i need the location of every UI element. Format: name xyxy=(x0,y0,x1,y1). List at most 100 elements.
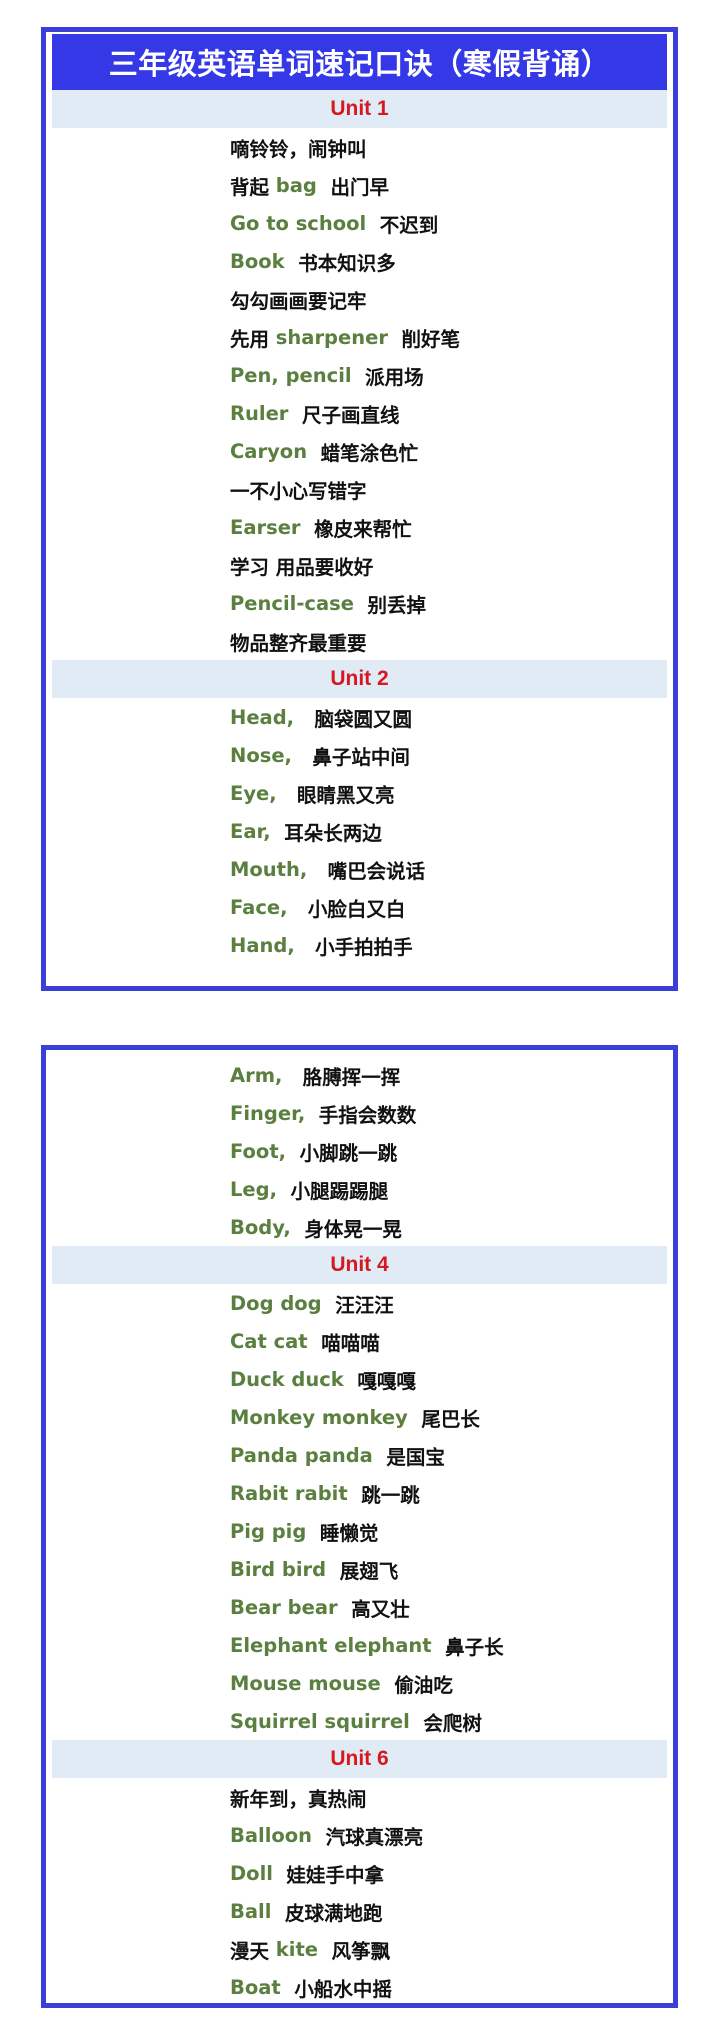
english-word: Body, xyxy=(230,1215,291,1239)
chinese-text: 眼睛黑又亮 xyxy=(276,783,395,807)
english-word: Elephant elephant xyxy=(230,1633,432,1657)
rhyme-line: Ruler 尺子画直线 xyxy=(52,394,667,432)
chinese-text: 高又壮 xyxy=(337,1597,410,1621)
page-title: 三年级英语单词速记口诀（寒假背诵） xyxy=(52,34,667,90)
chinese-text: 新年到，真热闹 xyxy=(230,1787,367,1811)
rhyme-line: Balloon 汽球真漂亮 xyxy=(52,1816,667,1854)
english-word: Foot, xyxy=(230,1139,287,1163)
unit-6-list: 新年到，真热闹 Balloon 汽球真漂亮 Doll 娃娃手中拿 Ball 皮球满地跑… xyxy=(52,1778,667,2006)
chinese-text: 出门早 xyxy=(316,175,389,199)
chinese-text: 嘎嘎嘎 xyxy=(343,1369,416,1393)
rhyme-line: Mouse mouse 偷油吃 xyxy=(52,1664,667,1702)
chinese-text: 娃娃手中拿 xyxy=(272,1863,385,1887)
english-word: Ruler xyxy=(230,401,289,425)
rhyme-line: Bird bird 展翅飞 xyxy=(52,1550,667,1588)
rhyme-line: 新年到，真热闹 xyxy=(52,1778,667,1816)
rhyme-line: Rabit rabit 跳一跳 xyxy=(52,1474,667,1512)
vocab-card-1: 三年级英语单词速记口诀（寒假背诵） Unit 1 嘀铃铃，闹钟叫 背起 bag 出… xyxy=(41,27,678,991)
english-word: Leg, xyxy=(230,1177,278,1201)
chinese-text: 喵喵喵 xyxy=(307,1331,380,1355)
chinese-text: 展翅飞 xyxy=(326,1559,399,1583)
rhyme-line: Ear, 耳朵长两边 xyxy=(52,812,667,850)
english-word: Finger, xyxy=(230,1101,306,1125)
chinese-text: 嘀铃铃，闹钟叫 xyxy=(230,137,367,161)
english-word: Squirrel squirrel xyxy=(230,1709,410,1733)
chinese-text: 学习 用品要收好 xyxy=(230,555,374,579)
english-word: Doll xyxy=(230,1861,273,1885)
rhyme-line: Cat cat 喵喵喵 xyxy=(52,1322,667,1360)
chinese-text: 派用场 xyxy=(351,365,424,389)
english-word: Pen, pencil xyxy=(230,363,352,387)
chinese-text: 汪汪汪 xyxy=(321,1293,394,1317)
chinese-text: 一不小心写错字 xyxy=(230,479,367,503)
unit-header-4: Unit 4 xyxy=(52,1246,667,1284)
chinese-text: 不迟到 xyxy=(366,213,439,237)
rhyme-line: Monkey monkey 尾巴长 xyxy=(52,1398,667,1436)
chinese-text: 尾巴长 xyxy=(407,1407,480,1431)
english-word: Dog dog xyxy=(230,1291,322,1315)
rhyme-line: Earser 橡皮来帮忙 xyxy=(52,508,667,546)
english-word: kite xyxy=(275,1937,318,1961)
chinese-text: 削好笔 xyxy=(387,327,461,351)
rhyme-line: Pen, pencil 派用场 xyxy=(52,356,667,394)
unit-4-list: Dog dog 汪汪汪 Cat cat 喵喵喵 Duck duck 嘎嘎嘎 Monke… xyxy=(52,1284,667,1740)
chinese-text: 胳膊挥一挥 xyxy=(282,1065,401,1089)
rhyme-line: Book 书本知识多 xyxy=(52,242,667,280)
vocab-card-2: Arm, 胳膊挥一挥 Finger, 手指会数数 Foot, 小脚跳一跳 Leg, 小… xyxy=(41,1045,678,2008)
rhyme-line: Panda panda 是国宝 xyxy=(52,1436,667,1474)
rhyme-line: Finger, 手指会数数 xyxy=(52,1094,667,1132)
english-word: Duck duck xyxy=(230,1367,344,1391)
chinese-text: 脑袋圆又圆 xyxy=(294,707,412,731)
chinese-text: 勾勾画画要记牢 xyxy=(230,289,367,313)
chinese-text: 睡懒觉 xyxy=(306,1521,379,1545)
rhyme-line: 背起 bag 出门早 xyxy=(52,166,667,204)
english-word: Panda panda xyxy=(230,1443,373,1467)
chinese-text: 别丢掉 xyxy=(353,593,427,617)
english-word: Ear, xyxy=(230,819,271,843)
chinese-text: 会爬树 xyxy=(409,1711,482,1735)
chinese-text: 漫天 xyxy=(230,1939,276,1963)
rhyme-line: Pencil-case 别丢掉 xyxy=(52,584,667,622)
unit-1-list: 嘀铃铃，闹钟叫 背起 bag 出门早 Go to school 不迟到 Book 书本… xyxy=(52,128,667,660)
chinese-text: 耳朵长两边 xyxy=(270,821,382,845)
chinese-text: 先用 xyxy=(230,327,276,351)
english-word: Book xyxy=(230,249,285,273)
rhyme-line: Body, 身体晃一晃 xyxy=(52,1208,667,1246)
chinese-text: 鼻子站中间 xyxy=(291,745,410,769)
rhyme-line: Doll 娃娃手中拿 xyxy=(52,1854,667,1892)
english-word: Pencil-case xyxy=(230,591,354,615)
english-word: Head, xyxy=(230,705,295,729)
rhyme-line: Arm, 胳膊挥一挥 xyxy=(52,1056,667,1094)
chinese-text: 小腿踢踢腿 xyxy=(277,1179,389,1203)
chinese-text: 汽球真漂亮 xyxy=(312,1825,424,1849)
chinese-text: 身体晃一晃 xyxy=(290,1217,402,1241)
rhyme-line: Foot, 小脚跳一跳 xyxy=(52,1132,667,1170)
english-word: Arm, xyxy=(230,1063,283,1087)
rhyme-line: Hand, 小手拍拍手 xyxy=(52,926,667,964)
unit-3-continued-list: Arm, 胳膊挥一挥 Finger, 手指会数数 Foot, 小脚跳一跳 Leg, 小… xyxy=(52,1056,667,1246)
rhyme-line: Pig pig 睡懒觉 xyxy=(52,1512,667,1550)
rhyme-line: Boat 小船水中摇 xyxy=(52,1968,667,2006)
english-word: Balloon xyxy=(230,1823,313,1847)
chinese-text: 小手拍拍手 xyxy=(294,935,413,959)
english-word: Boat xyxy=(230,1975,281,1999)
chinese-text: 书本知识多 xyxy=(284,251,396,275)
english-word: Hand, xyxy=(230,933,295,957)
rhyme-line: Bear bear 高又壮 xyxy=(52,1588,667,1626)
rhyme-line: Head, 脑袋圆又圆 xyxy=(52,698,667,736)
rhyme-line: 一不小心写错字 xyxy=(52,470,667,508)
chinese-text: 手指会数数 xyxy=(305,1103,417,1127)
rhyme-line: 先用 sharpener 削好笔 xyxy=(52,318,667,356)
rhyme-line: Elephant elephant 鼻子长 xyxy=(52,1626,667,1664)
english-word: Bird bird xyxy=(230,1557,327,1581)
rhyme-line: Leg, 小腿踢踢腿 xyxy=(52,1170,667,1208)
chinese-text: 尺子画直线 xyxy=(288,403,400,427)
chinese-text: 鼻子长 xyxy=(431,1635,504,1659)
chinese-text: 是国宝 xyxy=(372,1445,445,1469)
chinese-text: 嘴巴会说话 xyxy=(307,859,426,883)
rhyme-line: Eye, 眼睛黑又亮 xyxy=(52,774,667,812)
chinese-text: 小脚跳一跳 xyxy=(286,1141,398,1165)
unit-header-2: Unit 2 xyxy=(52,660,667,698)
chinese-text: 风筝飘 xyxy=(318,1939,391,1963)
unit-2-list: Head, 脑袋圆又圆 Nose, 鼻子站中间 Eye, 眼睛黑又亮 Ear, 耳朵长… xyxy=(52,698,667,964)
